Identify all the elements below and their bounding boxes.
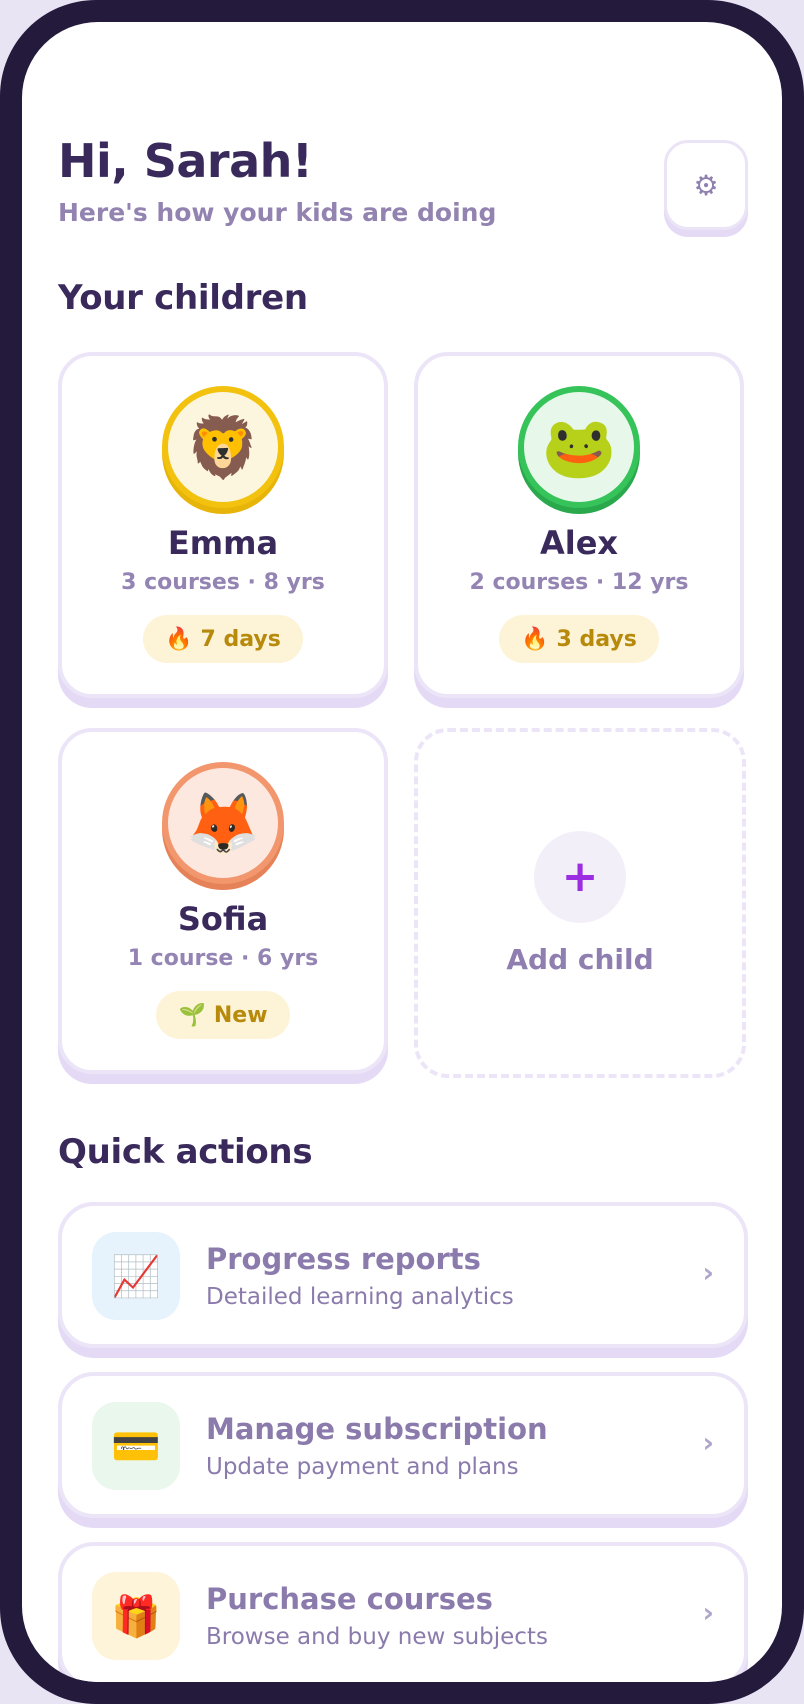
child-card-sofia[interactable]: 🦊 Sofia 1 course · 6 yrs 🌱 New — [58, 728, 388, 1074]
page-subtitle: Here's how your kids are doing — [58, 198, 497, 227]
child-name: Sofia — [177, 900, 269, 938]
child-meta: 2 courses · 12 yrs — [469, 570, 689, 595]
credit-card-icon: 💳 — [92, 1402, 180, 1490]
child-meta: 3 courses · 8 yrs — [121, 570, 325, 595]
chart-icon: 📈 — [92, 1232, 180, 1320]
progress-reports-button[interactable]: 📈 Progress reports Detailed learning ana… — [58, 1202, 748, 1348]
purchase-courses-button[interactable]: 🎁 Purchase courses Browse and buy new su… — [58, 1542, 748, 1682]
gift-icon: 🎁 — [92, 1572, 180, 1660]
streak-badge: 🔥 3 days — [499, 615, 659, 663]
settings-button[interactable]: ⚙ — [664, 140, 748, 230]
badge-label: New — [213, 1002, 268, 1028]
child-name: Alex — [539, 524, 619, 562]
fire-icon: 🔥 — [165, 626, 193, 652]
add-child-button[interactable]: + Add child — [414, 728, 746, 1078]
action-subtitle: Detailed learning analytics — [206, 1284, 514, 1310]
new-badge: 🌱 New — [156, 991, 290, 1039]
plus-icon: + — [534, 830, 626, 923]
seedling-icon: 🌱 — [178, 1002, 206, 1028]
phone-frame: Hi, Sarah! Here's how your kids are doin… — [0, 0, 804, 1704]
fire-icon: 🔥 — [521, 626, 549, 652]
action-title: Purchase courses — [206, 1582, 493, 1616]
action-subtitle: Update payment and plans — [206, 1454, 519, 1480]
chevron-right-icon: › — [702, 1426, 714, 1459]
manage-subscription-button[interactable]: 💳 Manage subscription Update payment and… — [58, 1372, 748, 1518]
chevron-right-icon: › — [702, 1596, 714, 1629]
streak-label: 7 days — [200, 626, 281, 652]
frog-icon: 🐸 — [518, 386, 640, 508]
child-name: Emma — [167, 524, 279, 562]
streak-badge: 🔥 7 days — [143, 615, 303, 663]
action-subtitle: Browse and buy new subjects — [206, 1624, 548, 1650]
gear-icon: ⚙ — [693, 168, 719, 202]
add-child-label: Add child — [506, 942, 654, 976]
fox-icon: 🦊 — [162, 762, 284, 884]
quick-actions-title: Quick actions — [58, 1132, 313, 1172]
action-title: Progress reports — [206, 1242, 481, 1276]
child-card-alex[interactable]: 🐸 Alex 2 courses · 12 yrs 🔥 3 days — [414, 352, 744, 698]
page-title: Hi, Sarah! — [58, 134, 313, 188]
chevron-right-icon: › — [702, 1256, 714, 1289]
app-screen: Hi, Sarah! Here's how your kids are doin… — [22, 22, 782, 1682]
lion-icon: 🦁 — [162, 386, 284, 508]
action-title: Manage subscription — [206, 1412, 548, 1446]
child-meta: 1 course · 6 yrs — [127, 946, 319, 971]
child-card-emma[interactable]: 🦁 Emma 3 courses · 8 yrs 🔥 7 days — [58, 352, 388, 698]
streak-label: 3 days — [556, 626, 637, 652]
children-section-title: Your children — [58, 278, 308, 318]
